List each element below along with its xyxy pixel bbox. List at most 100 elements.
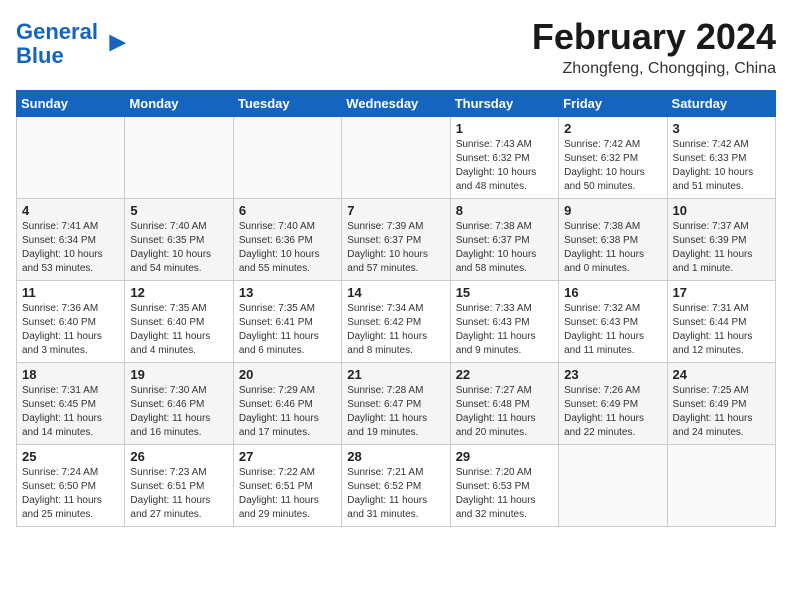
- day-number: 18: [22, 367, 119, 382]
- day-cell: 7 Sunrise: 7:39 AM Sunset: 6:37 PM Daylig…: [342, 199, 450, 281]
- day-cell: 14Sunrise: 7:34 AM Sunset: 6:42 PM Dayli…: [342, 281, 450, 363]
- day-number: 7: [347, 203, 444, 218]
- week-row-5: 25 Sunrise: 7:24 AM Sunset: 6:50 PM Dayli…: [17, 445, 776, 527]
- day-info: Sunrise: 7:24 AM Sunset: 6:50 PM Dayligh…: [22, 466, 119, 522]
- day-cell: [342, 117, 450, 199]
- day-number: 3: [673, 121, 770, 136]
- day-cell: 22 Sunrise: 7:27 AM Sunset: 6:48 PM Dayli…: [450, 363, 558, 445]
- day-number: 17: [673, 285, 770, 300]
- week-row-3: 11 Sunrise: 7:36 AM Sunset: 6:40 PM Dayli…: [17, 281, 776, 363]
- day-info: Sunrise: 7:27 AM Sunset: 6:48 PM Dayligh…: [456, 384, 553, 440]
- header-row: SundayMondayTuesdayWednesdayThursdayFrid…: [17, 91, 776, 117]
- day-number: 5: [130, 203, 227, 218]
- day-number: 23: [564, 367, 661, 382]
- week-row-2: 4 Sunrise: 7:41 AM Sunset: 6:34 PM Daylig…: [17, 199, 776, 281]
- logo-icon: [100, 30, 128, 58]
- day-cell: [559, 445, 667, 527]
- day-info: Sunrise: 7:32 AM Sunset: 6:43 PM Dayligh…: [564, 302, 661, 358]
- day-info: Sunrise: 7:35 AM Sunset: 6:41 PM Dayligh…: [239, 302, 336, 358]
- day-number: 12: [130, 285, 227, 300]
- day-number: 13: [239, 285, 336, 300]
- title-block: February 2024 Zhongfeng, Chongqing, Chin…: [532, 16, 776, 78]
- day-cell: [17, 117, 125, 199]
- day-number: 8: [456, 203, 553, 218]
- calendar-subtitle: Zhongfeng, Chongqing, China: [532, 60, 776, 78]
- day-number: 2: [564, 121, 661, 136]
- header: General Blue February 2024 Zhongfeng, Ch…: [16, 16, 776, 78]
- day-number: 19: [130, 367, 227, 382]
- logo: General Blue: [16, 20, 128, 68]
- day-info: Sunrise: 7:26 AM Sunset: 6:49 PM Dayligh…: [564, 384, 661, 440]
- day-number: 10: [673, 203, 770, 218]
- day-number: 27: [239, 449, 336, 464]
- week-row-1: 1 Sunrise: 7:43 AM Sunset: 6:32 PM Daylig…: [17, 117, 776, 199]
- calendar-body: 1 Sunrise: 7:43 AM Sunset: 6:32 PM Daylig…: [17, 117, 776, 527]
- day-info: Sunrise: 7:35 AM Sunset: 6:40 PM Dayligh…: [130, 302, 227, 358]
- day-info: Sunrise: 7:34 AM Sunset: 6:42 PM Dayligh…: [347, 302, 444, 358]
- day-cell: 26Sunrise: 7:23 AM Sunset: 6:51 PM Dayli…: [125, 445, 233, 527]
- day-info: Sunrise: 7:39 AM Sunset: 6:37 PM Dayligh…: [347, 220, 444, 276]
- day-cell: 13 Sunrise: 7:35 AM Sunset: 6:41 PM Dayli…: [233, 281, 341, 363]
- day-cell: 1 Sunrise: 7:43 AM Sunset: 6:32 PM Daylig…: [450, 117, 558, 199]
- day-info: Sunrise: 7:42 AM Sunset: 6:33 PM Dayligh…: [673, 138, 770, 194]
- day-info: Sunrise: 7:22 AM Sunset: 6:51 PM Dayligh…: [239, 466, 336, 522]
- day-info: Sunrise: 7:31 AM Sunset: 6:44 PM Dayligh…: [673, 302, 770, 358]
- day-info: Sunrise: 7:43 AM Sunset: 6:32 PM Dayligh…: [456, 138, 553, 194]
- week-row-4: 18 Sunrise: 7:31 AM Sunset: 6:45 PM Dayli…: [17, 363, 776, 445]
- calendar-table: SundayMondayTuesdayWednesdayThursdayFrid…: [16, 90, 776, 527]
- day-number: 15: [456, 285, 553, 300]
- day-cell: [125, 117, 233, 199]
- day-number: 1: [456, 121, 553, 136]
- day-info: Sunrise: 7:41 AM Sunset: 6:34 PM Dayligh…: [22, 220, 119, 276]
- day-info: Sunrise: 7:30 AM Sunset: 6:46 PM Dayligh…: [130, 384, 227, 440]
- day-cell: 15 Sunrise: 7:33 AM Sunset: 6:43 PM Dayli…: [450, 281, 558, 363]
- day-cell: 8Sunrise: 7:38 AM Sunset: 6:37 PM Daylig…: [450, 199, 558, 281]
- day-info: Sunrise: 7:36 AM Sunset: 6:40 PM Dayligh…: [22, 302, 119, 358]
- day-cell: 10 Sunrise: 7:37 AM Sunset: 6:39 PM Dayli…: [667, 199, 775, 281]
- day-cell: 6 Sunrise: 7:40 AM Sunset: 6:36 PM Daylig…: [233, 199, 341, 281]
- day-cell: 21 Sunrise: 7:28 AM Sunset: 6:47 PM Dayli…: [342, 363, 450, 445]
- day-cell: 24 Sunrise: 7:25 AM Sunset: 6:49 PM Dayli…: [667, 363, 775, 445]
- column-header-wednesday: Wednesday: [342, 91, 450, 117]
- day-info: Sunrise: 7:29 AM Sunset: 6:46 PM Dayligh…: [239, 384, 336, 440]
- day-info: Sunrise: 7:38 AM Sunset: 6:38 PM Dayligh…: [564, 220, 661, 276]
- day-cell: [667, 445, 775, 527]
- day-info: Sunrise: 7:42 AM Sunset: 6:32 PM Dayligh…: [564, 138, 661, 194]
- day-cell: 28Sunrise: 7:21 AM Sunset: 6:52 PM Dayli…: [342, 445, 450, 527]
- day-cell: 29Sunrise: 7:20 AM Sunset: 6:53 PM Dayli…: [450, 445, 558, 527]
- day-cell: 23 Sunrise: 7:26 AM Sunset: 6:49 PM Dayli…: [559, 363, 667, 445]
- day-info: Sunrise: 7:33 AM Sunset: 6:43 PM Dayligh…: [456, 302, 553, 358]
- column-header-monday: Monday: [125, 91, 233, 117]
- day-cell: 16 Sunrise: 7:32 AM Sunset: 6:43 PM Dayli…: [559, 281, 667, 363]
- day-number: 24: [673, 367, 770, 382]
- day-number: 22: [456, 367, 553, 382]
- logo-text: General Blue: [16, 20, 98, 68]
- day-cell: 19 Sunrise: 7:30 AM Sunset: 6:46 PM Dayli…: [125, 363, 233, 445]
- day-cell: 20 Sunrise: 7:29 AM Sunset: 6:46 PM Dayli…: [233, 363, 341, 445]
- day-info: Sunrise: 7:28 AM Sunset: 6:47 PM Dayligh…: [347, 384, 444, 440]
- day-cell: 4 Sunrise: 7:41 AM Sunset: 6:34 PM Daylig…: [17, 199, 125, 281]
- column-header-saturday: Saturday: [667, 91, 775, 117]
- day-cell: 17 Sunrise: 7:31 AM Sunset: 6:44 PM Dayli…: [667, 281, 775, 363]
- day-number: 16: [564, 285, 661, 300]
- day-number: 11: [22, 285, 119, 300]
- day-cell: 5 Sunrise: 7:40 AM Sunset: 6:35 PM Daylig…: [125, 199, 233, 281]
- column-header-thursday: Thursday: [450, 91, 558, 117]
- day-number: 21: [347, 367, 444, 382]
- day-cell: 2 Sunrise: 7:42 AM Sunset: 6:32 PM Daylig…: [559, 117, 667, 199]
- day-cell: 9Sunrise: 7:38 AM Sunset: 6:38 PM Daylig…: [559, 199, 667, 281]
- day-number: 20: [239, 367, 336, 382]
- day-cell: 11 Sunrise: 7:36 AM Sunset: 6:40 PM Dayli…: [17, 281, 125, 363]
- day-number: 25: [22, 449, 119, 464]
- day-number: 6: [239, 203, 336, 218]
- calendar-header: SundayMondayTuesdayWednesdayThursdayFrid…: [17, 91, 776, 117]
- day-info: Sunrise: 7:31 AM Sunset: 6:45 PM Dayligh…: [22, 384, 119, 440]
- day-info: Sunrise: 7:40 AM Sunset: 6:36 PM Dayligh…: [239, 220, 336, 276]
- day-info: Sunrise: 7:20 AM Sunset: 6:53 PM Dayligh…: [456, 466, 553, 522]
- day-number: 4: [22, 203, 119, 218]
- day-info: Sunrise: 7:40 AM Sunset: 6:35 PM Dayligh…: [130, 220, 227, 276]
- day-info: Sunrise: 7:37 AM Sunset: 6:39 PM Dayligh…: [673, 220, 770, 276]
- day-cell: 27 Sunrise: 7:22 AM Sunset: 6:51 PM Dayli…: [233, 445, 341, 527]
- day-info: Sunrise: 7:25 AM Sunset: 6:49 PM Dayligh…: [673, 384, 770, 440]
- column-header-friday: Friday: [559, 91, 667, 117]
